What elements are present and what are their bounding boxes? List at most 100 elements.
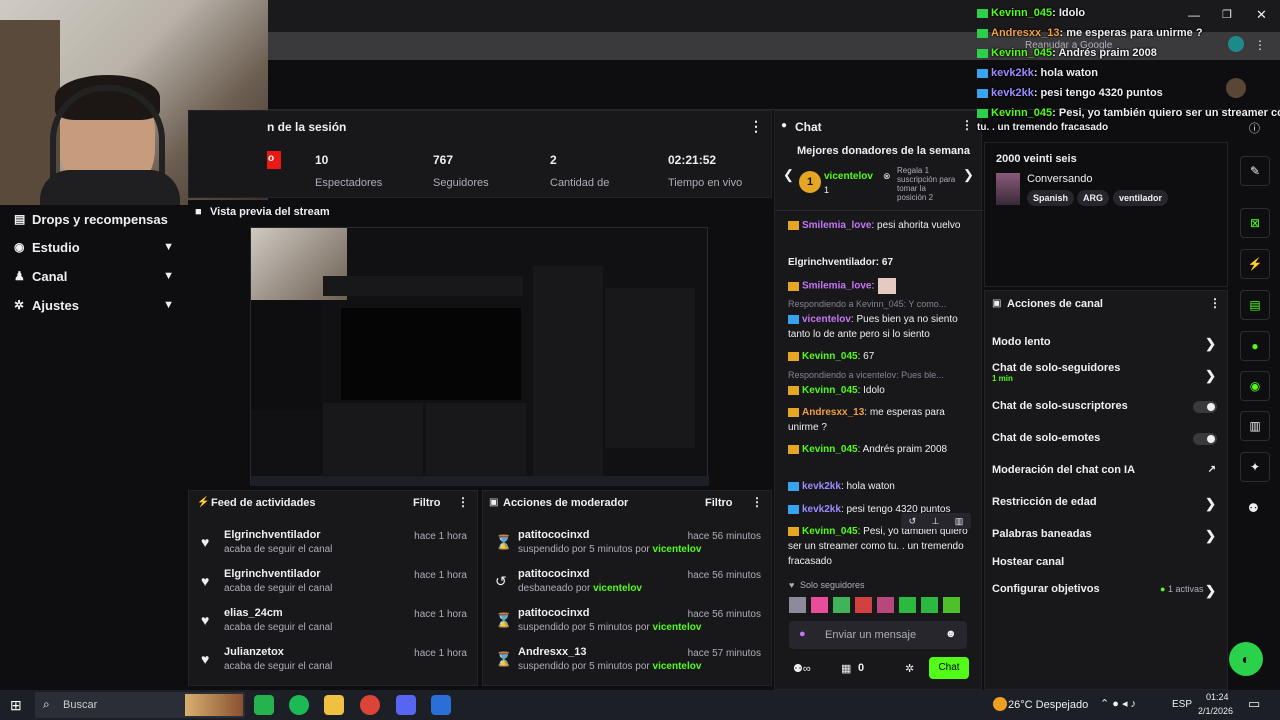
- send-chat-button[interactable]: Chat: [929, 657, 969, 679]
- kebab-menu-icon[interactable]: ⋮: [457, 495, 469, 509]
- wrench-icon[interactable]: ✦: [1240, 452, 1270, 482]
- mic-icon[interactable]: ●: [799, 628, 806, 640]
- taskbar-search[interactable]: ⌕ Buscar: [35, 692, 245, 718]
- emote[interactable]: [943, 597, 960, 613]
- sidebar-item-studio[interactable]: ◉ Estudio ▼: [14, 235, 174, 259]
- emote[interactable]: [855, 597, 872, 613]
- filter-button[interactable]: Filtro: [413, 497, 441, 509]
- chat-message[interactable]: Kevinn_045: 67: [788, 349, 970, 364]
- list-item[interactable]: ⌛ patitococinxd suspendido por 5 minutos p…: [483, 607, 771, 645]
- windows-start-icon[interactable]: ⊞: [10, 697, 22, 714]
- subscribers-only-item[interactable]: Chat de solo-suscriptores: [992, 400, 1216, 412]
- chat-bubble-icon[interactable]: ●: [1240, 331, 1270, 361]
- share-icon[interactable]: ⚉: [1248, 501, 1259, 515]
- hourglass-icon: ⌛: [495, 534, 513, 550]
- emote[interactable]: [833, 597, 850, 613]
- pin-icon[interactable]: ⊥: [932, 516, 940, 527]
- host-channel-item[interactable]: Hostear canal: [992, 556, 1216, 568]
- feed-time: hace 1 hora: [414, 531, 467, 542]
- goals-item[interactable]: Configurar objetivos ● 1 activas ❯: [992, 583, 1216, 598]
- tray-icons[interactable]: ⌃ ● ◂ ♪: [1100, 697, 1136, 710]
- followers-only-item[interactable]: Chat de solo-seguidores 1 min ❯: [992, 362, 1216, 383]
- broadcast-icon[interactable]: ◉: [1240, 371, 1270, 401]
- sidebar-item-settings[interactable]: ✲ Ajustes ▼: [14, 293, 174, 317]
- notification-icon[interactable]: ▭: [1248, 696, 1260, 712]
- clock-date[interactable]: 2/1/2026: [1198, 706, 1233, 716]
- tag[interactable]: ventilador: [1113, 190, 1169, 206]
- donor-name[interactable]: vicentelov: [824, 171, 873, 182]
- emote[interactable]: [789, 597, 806, 613]
- document-icon[interactable]: ▤: [1240, 290, 1270, 320]
- chevron-right-icon: ❯: [1205, 583, 1216, 598]
- emote[interactable]: [877, 597, 894, 613]
- reply-icon[interactable]: ↺: [909, 516, 917, 527]
- kebab-menu-icon[interactable]: ⋮: [961, 118, 973, 132]
- chat-message[interactable]: Kevinn_045: Andrés praim 2008: [788, 442, 970, 457]
- trash-icon[interactable]: ▥: [955, 516, 964, 527]
- age-restriction-item[interactable]: Restricción de edad ❯: [992, 496, 1216, 511]
- sidebar-item-drops[interactable]: ▤ Drops y recompensas: [14, 207, 174, 231]
- kebab-menu-icon[interactable]: ⋮: [1209, 296, 1221, 310]
- list-item[interactable]: ↺ patitococinxd desbaneado por vicentelov h…: [483, 568, 771, 606]
- emote[interactable]: [921, 597, 938, 613]
- banned-words-item[interactable]: Palabras baneadas ❯: [992, 528, 1216, 543]
- emoji-icon[interactable]: ☻: [945, 628, 957, 640]
- chat-message[interactable]: Respondiendo a vicentelov: Pues ble... Ke…: [788, 368, 970, 398]
- layout-icon[interactable]: ▥: [1240, 411, 1270, 441]
- list-item[interactable]: ⌛ Andresxx_13 suspendido por 5 minutos por…: [483, 646, 771, 684]
- filter-button[interactable]: Filtro: [705, 497, 733, 509]
- kebab-menu-icon[interactable]: ⋮: [751, 495, 763, 509]
- crop-icon[interactable]: ⊠: [1240, 208, 1270, 238]
- app-icon[interactable]: [431, 695, 451, 715]
- chat-message[interactable]: Respondiendo a Kevinn_045: Y como... vice…: [788, 297, 970, 342]
- lightning-icon[interactable]: ⚡: [1240, 249, 1270, 279]
- weather-text[interactable]: 26°C Despejado: [1008, 699, 1088, 711]
- users-icon[interactable]: ⚉∞: [793, 662, 811, 675]
- kebab-menu-icon[interactable]: ⋮: [749, 118, 763, 135]
- subscribers-only-toggle[interactable]: [1193, 401, 1217, 413]
- slow-mode-item[interactable]: Modo lento ❯: [992, 336, 1216, 351]
- list-item[interactable]: ⌛ patitococinxd suspendido por 5 minutos p…: [483, 529, 771, 567]
- chevron-right-icon[interactable]: ❯: [963, 167, 974, 183]
- category-name[interactable]: Conversando: [1027, 173, 1092, 185]
- stream-preview-video[interactable]: [250, 227, 709, 486]
- chat-user: Smilemia_love: [802, 220, 872, 231]
- chat-message[interactable]: Andresxx_13: me esperas para unirme ?: [788, 405, 970, 435]
- list-item[interactable]: ♥ Elgrinchventilador acaba de seguir el ca…: [189, 529, 477, 567]
- list-item[interactable]: ♥ elias_24cm acaba de seguir el canal hace …: [189, 607, 477, 645]
- chat-message[interactable]: Smilemia_love:: [788, 278, 970, 294]
- action-label: Hostear canal: [992, 556, 1065, 568]
- chat-message[interactable]: Kevinn_045: Pesi, yo tambien quiero ser …: [788, 524, 970, 569]
- stat-label: Tiempo en vivo: [668, 177, 743, 189]
- store-icon[interactable]: ▦: [841, 662, 851, 675]
- list-item[interactable]: ♥ Elgrinchventilador acaba de seguir el ca…: [189, 568, 477, 606]
- emote[interactable]: [899, 597, 916, 613]
- edit-icon[interactable]: ✎: [1240, 156, 1270, 186]
- mod-action: desbaneado por: [518, 583, 594, 594]
- spotify-icon[interactable]: [289, 695, 309, 715]
- chat-message[interactable]: kevk2kk: hola waton: [788, 479, 970, 494]
- gear-icon[interactable]: ✲: [905, 662, 914, 675]
- language-indicator[interactable]: ESP: [1172, 699, 1192, 710]
- app-icon[interactable]: [254, 695, 274, 715]
- tag[interactable]: ARG: [1077, 190, 1109, 206]
- emotes-only-item[interactable]: Chat de solo-emotes: [992, 432, 1216, 444]
- tag[interactable]: Spanish: [1027, 190, 1075, 206]
- preview-sidebar: [251, 300, 321, 410]
- clock-time[interactable]: 01:24: [1206, 692, 1229, 702]
- file-explorer-icon[interactable]: [324, 695, 344, 715]
- sidebar-item-channel[interactable]: ♟ Canal ▼: [14, 264, 174, 288]
- chrome-icon[interactable]: [360, 695, 380, 715]
- live-badge: o: [267, 151, 281, 169]
- list-item[interactable]: ♥ Julianzetox acaba de seguir el canal hace…: [189, 646, 477, 684]
- chat-message[interactable]: Elgrinchventilador: 67: [788, 255, 970, 270]
- ai-moderation-item[interactable]: Moderación del chat con IA ↗: [992, 464, 1216, 476]
- discord-icon[interactable]: [396, 695, 416, 715]
- chevron-left-icon[interactable]: ❮: [783, 167, 794, 183]
- chat-input[interactable]: ● Enviar un mensaje ☻: [789, 621, 967, 649]
- emotes-only-toggle[interactable]: [1193, 433, 1217, 445]
- emote[interactable]: [811, 597, 828, 613]
- overlay-message: Kevinn_045: Pesi, yo también quiero ser …: [977, 107, 1280, 119]
- headset-help-icon[interactable]: ◐: [1229, 642, 1263, 676]
- chat-message[interactable]: Smilemia_love: pesi ahorita vuelvo: [788, 218, 970, 233]
